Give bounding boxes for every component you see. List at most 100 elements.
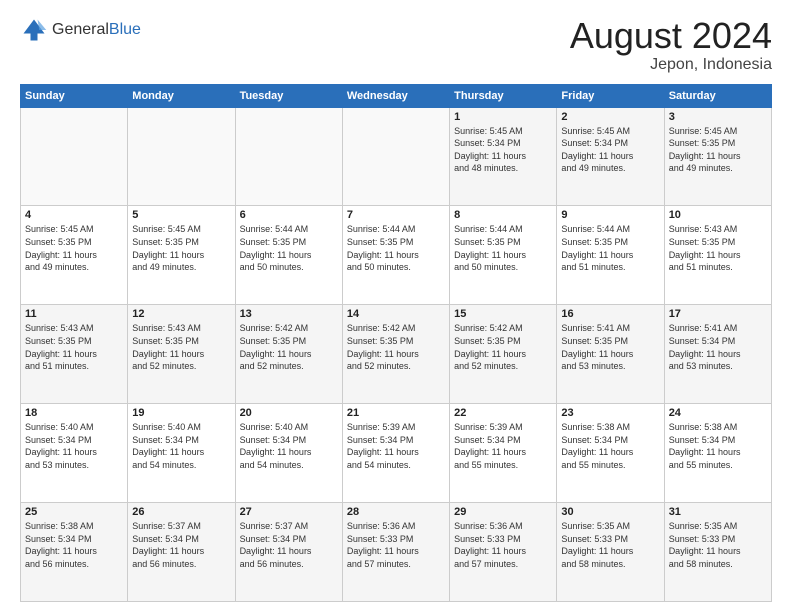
day-number: 31 — [669, 506, 767, 518]
day-number: 10 — [669, 209, 767, 221]
calendar-cell: 25 Sunrise: 5:38 AM Sunset: 5:34 PM Dayli… — [21, 503, 128, 602]
day-number: 4 — [25, 209, 123, 221]
day-info: Sunrise: 5:37 AM Sunset: 5:34 PM Dayligh… — [132, 520, 230, 570]
calendar-cell — [21, 107, 128, 206]
day-info: Sunrise: 5:42 AM Sunset: 5:35 PM Dayligh… — [347, 322, 445, 372]
logo-general: General — [52, 21, 109, 38]
day-number: 7 — [347, 209, 445, 221]
day-number: 29 — [454, 506, 552, 518]
logo-text: GeneralBlue — [52, 21, 141, 39]
day-number: 16 — [561, 308, 659, 320]
calendar-cell: 9 Sunrise: 5:44 AM Sunset: 5:35 PM Daylig… — [557, 206, 664, 305]
day-number: 26 — [132, 506, 230, 518]
week-row-4: 18 Sunrise: 5:40 AM Sunset: 5:34 PM Dayli… — [21, 404, 772, 503]
col-thursday: Thursday — [450, 84, 557, 107]
day-info: Sunrise: 5:38 AM Sunset: 5:34 PM Dayligh… — [561, 421, 659, 471]
logo: GeneralBlue — [20, 16, 141, 44]
day-info: Sunrise: 5:36 AM Sunset: 5:33 PM Dayligh… — [454, 520, 552, 570]
col-tuesday: Tuesday — [235, 84, 342, 107]
calendar-cell: 1Sunrise: 5:45 AM Sunset: 5:34 PM Daylig… — [450, 107, 557, 206]
calendar-cell: 31 Sunrise: 5:35 AM Sunset: 5:33 PM Dayli… — [664, 503, 771, 602]
header: GeneralBlue August 2024 Jepon, Indonesia — [20, 16, 772, 74]
day-number: 17 — [669, 308, 767, 320]
day-number: 2 — [561, 111, 659, 123]
day-info: Sunrise: 5:41 AM Sunset: 5:35 PM Dayligh… — [561, 322, 659, 372]
calendar-cell: 30 Sunrise: 5:35 AM Sunset: 5:33 PM Dayli… — [557, 503, 664, 602]
calendar-cell: 15Sunrise: 5:42 AM Sunset: 5:35 PM Dayli… — [450, 305, 557, 404]
day-number: 6 — [240, 209, 338, 221]
calendar-table: Sunday Monday Tuesday Wednesday Thursday… — [20, 84, 772, 602]
day-info: Sunrise: 5:45 AM Sunset: 5:35 PM Dayligh… — [25, 223, 123, 273]
day-number: 12 — [132, 308, 230, 320]
day-number: 25 — [25, 506, 123, 518]
calendar-cell: 27 Sunrise: 5:37 AM Sunset: 5:34 PM Dayli… — [235, 503, 342, 602]
calendar-cell: 11 Sunrise: 5:43 AM Sunset: 5:35 PM Dayli… — [21, 305, 128, 404]
day-number: 19 — [132, 407, 230, 419]
day-number: 13 — [240, 308, 338, 320]
col-wednesday: Wednesday — [342, 84, 449, 107]
day-info: Sunrise: 5:38 AM Sunset: 5:34 PM Dayligh… — [25, 520, 123, 570]
calendar-cell: 7 Sunrise: 5:44 AM Sunset: 5:35 PM Daylig… — [342, 206, 449, 305]
day-info: Sunrise: 5:39 AM Sunset: 5:34 PM Dayligh… — [454, 421, 552, 471]
calendar-page: GeneralBlue August 2024 Jepon, Indonesia… — [0, 0, 792, 612]
day-info: Sunrise: 5:37 AM Sunset: 5:34 PM Dayligh… — [240, 520, 338, 570]
logo-blue: Blue — [109, 21, 141, 38]
day-number: 27 — [240, 506, 338, 518]
calendar-cell — [342, 107, 449, 206]
calendar-cell: 12 Sunrise: 5:43 AM Sunset: 5:35 PM Dayli… — [128, 305, 235, 404]
calendar-cell: 29 Sunrise: 5:36 AM Sunset: 5:33 PM Dayli… — [450, 503, 557, 602]
day-info: Sunrise: 5:35 AM Sunset: 5:33 PM Dayligh… — [561, 520, 659, 570]
day-number: 20 — [240, 407, 338, 419]
col-saturday: Saturday — [664, 84, 771, 107]
day-number: 22 — [454, 407, 552, 419]
day-number: 23 — [561, 407, 659, 419]
day-info: Sunrise: 5:36 AM Sunset: 5:33 PM Dayligh… — [347, 520, 445, 570]
calendar-cell: 14 Sunrise: 5:42 AM Sunset: 5:35 PM Dayli… — [342, 305, 449, 404]
day-number: 24 — [669, 407, 767, 419]
day-info: Sunrise: 5:43 AM Sunset: 5:35 PM Dayligh… — [132, 322, 230, 372]
calendar-cell: 10 Sunrise: 5:43 AM Sunset: 5:35 PM Dayli… — [664, 206, 771, 305]
calendar-cell: 26 Sunrise: 5:37 AM Sunset: 5:34 PM Dayli… — [128, 503, 235, 602]
calendar-cell: 22 Sunrise: 5:39 AM Sunset: 5:34 PM Dayli… — [450, 404, 557, 503]
day-number: 8 — [454, 209, 552, 221]
day-number: 3 — [669, 111, 767, 123]
calendar-cell: 3 Sunrise: 5:45 AM Sunset: 5:35 PM Daylig… — [664, 107, 771, 206]
day-info: Sunrise: 5:40 AM Sunset: 5:34 PM Dayligh… — [25, 421, 123, 471]
week-row-3: 11 Sunrise: 5:43 AM Sunset: 5:35 PM Dayli… — [21, 305, 772, 404]
day-info: Sunrise: 5:41 AM Sunset: 5:34 PM Dayligh… — [669, 322, 767, 372]
day-number: 14 — [347, 308, 445, 320]
col-friday: Friday — [557, 84, 664, 107]
week-row-1: 1 Sunrise: 5:45 AM Sunset: 5:34 PM Daylig… — [21, 107, 772, 206]
day-number: 9 — [561, 209, 659, 221]
day-number: 1 — [454, 111, 552, 123]
day-info: Sunrise: 5:35 AM Sunset: 5:33 PM Dayligh… — [669, 520, 767, 570]
logo-icon — [20, 16, 48, 44]
day-info: Sunrise: 5:45 AM Sunset: 5:34 PM Dayligh… — [561, 125, 659, 175]
day-info: Sunrise: 5:45 AM Sunset: 5:35 PM Dayligh… — [132, 223, 230, 273]
calendar-cell — [128, 107, 235, 206]
day-number: 18 — [25, 407, 123, 419]
calendar-cell: 23 Sunrise: 5:38 AM Sunset: 5:34 PM Dayli… — [557, 404, 664, 503]
day-info: Sunrise: 5:40 AM Sunset: 5:34 PM Dayligh… — [132, 421, 230, 471]
calendar-cell: 17 Sunrise: 5:41 AM Sunset: 5:34 PM Dayli… — [664, 305, 771, 404]
day-info: Sunrise: 5:45 AM Sunset: 5:35 PM Dayligh… — [669, 125, 767, 175]
calendar-cell: 8Sunrise: 5:44 AM Sunset: 5:35 PM Daylig… — [450, 206, 557, 305]
calendar-title: August 2024 — [570, 16, 772, 56]
calendar-cell: 13 Sunrise: 5:42 AM Sunset: 5:35 PM Dayli… — [235, 305, 342, 404]
day-number: 28 — [347, 506, 445, 518]
day-info: Sunrise: 5:44 AM Sunset: 5:35 PM Dayligh… — [240, 223, 338, 273]
calendar-subtitle: Jepon, Indonesia — [570, 56, 772, 74]
day-info: Sunrise: 5:39 AM Sunset: 5:34 PM Dayligh… — [347, 421, 445, 471]
day-number: 11 — [25, 308, 123, 320]
day-info: Sunrise: 5:43 AM Sunset: 5:35 PM Dayligh… — [25, 322, 123, 372]
header-row: Sunday Monday Tuesday Wednesday Thursday… — [21, 84, 772, 107]
calendar-cell: 21 Sunrise: 5:39 AM Sunset: 5:34 PM Dayli… — [342, 404, 449, 503]
day-info: Sunrise: 5:43 AM Sunset: 5:35 PM Dayligh… — [669, 223, 767, 273]
day-info: Sunrise: 5:44 AM Sunset: 5:35 PM Dayligh… — [347, 223, 445, 273]
day-info: Sunrise: 5:42 AM Sunset: 5:35 PM Dayligh… — [240, 322, 338, 372]
day-number: 21 — [347, 407, 445, 419]
day-info: Sunrise: 5:44 AM Sunset: 5:35 PM Dayligh… — [561, 223, 659, 273]
col-monday: Monday — [128, 84, 235, 107]
calendar-cell: 16 Sunrise: 5:41 AM Sunset: 5:35 PM Dayli… — [557, 305, 664, 404]
day-number: 30 — [561, 506, 659, 518]
